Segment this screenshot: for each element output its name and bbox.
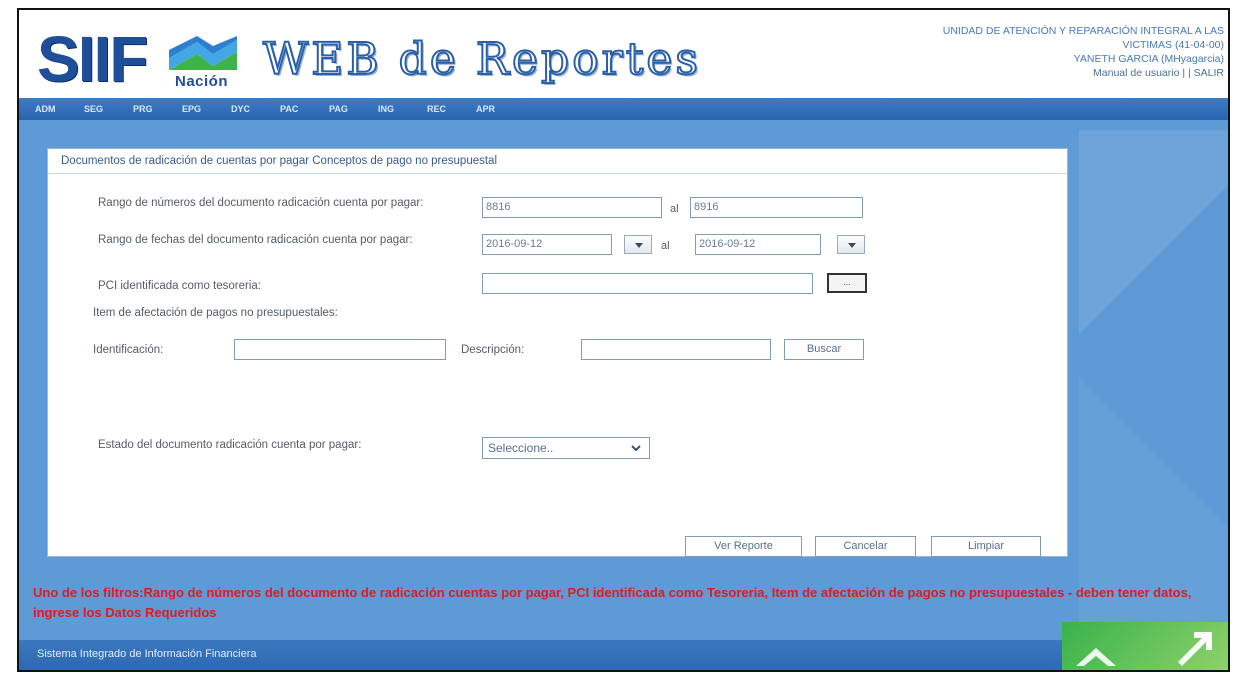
header-user-info: UNIDAD DE ATENCIÓN Y REPARACIÓN INTEGRAL… xyxy=(794,24,1224,80)
menu-item-prg[interactable]: PRG xyxy=(133,98,182,120)
menu-item-dyc[interactable]: DYC xyxy=(231,98,280,120)
identificacion-label: Identificación: xyxy=(93,344,164,356)
menu-item-seg[interactable]: SEG xyxy=(84,98,133,120)
menu-item-pag[interactable]: PAG xyxy=(329,98,378,120)
estado-selected-value: Seleccione.. xyxy=(488,441,554,455)
main-menu: ADM SEG PRG EPG DYC PAC PAG ING REC APR xyxy=(19,98,1228,120)
estado-label: Estado del documento radicación cuenta p… xyxy=(98,439,362,451)
item-afectacion-label: Item de afectación de pagos no presupues… xyxy=(93,307,338,319)
footer-system-name: Sistema Integrado de Información Financi… xyxy=(37,648,257,660)
menu-item-adm[interactable]: ADM xyxy=(35,98,84,120)
title-divider xyxy=(48,173,1067,174)
footer-arrow-logo xyxy=(1062,622,1228,670)
app-frame: SIIF Nación WEB de Reportes UNIDAD DE AT… xyxy=(17,8,1230,672)
footer: Sistema Integrado de Información Financi… xyxy=(19,640,1228,670)
menu-item-epg[interactable]: EPG xyxy=(182,98,231,120)
range-numbers-al-label: al xyxy=(670,203,679,215)
header: SIIF Nación WEB de Reportes UNIDAD DE AT… xyxy=(19,10,1228,98)
date-from-dropdown-button[interactable] xyxy=(624,235,652,254)
siif-logo-text: SIIF xyxy=(37,23,148,95)
entity-name-line2: VICTIMAS (41-04-00) xyxy=(1122,39,1224,51)
identificacion-input[interactable] xyxy=(234,339,446,360)
menu-item-pac[interactable]: PAC xyxy=(280,98,329,120)
date-from-input[interactable]: 2016-09-12 xyxy=(482,234,612,255)
range-numbers-to-input[interactable]: 8916 xyxy=(690,197,863,218)
range-numbers-label: Rango de números del documento radicació… xyxy=(98,197,424,209)
range-dates-label: Rango de fechas del documento radicación… xyxy=(98,234,413,246)
header-links: Manual de usuario | | SALIR xyxy=(794,66,1224,80)
cancelar-button[interactable]: Cancelar xyxy=(815,536,916,557)
link-separator: | | xyxy=(1182,67,1191,79)
menu-item-ing[interactable]: ING xyxy=(378,98,427,120)
form-title: Documentos de radicación de cuentas por … xyxy=(61,155,498,167)
date-to-dropdown-button[interactable] xyxy=(837,235,865,254)
limpiar-button[interactable]: Limpiar xyxy=(931,536,1041,557)
menu-item-apr[interactable]: APR xyxy=(476,98,525,120)
web-reportes-logo: WEB de Reportes xyxy=(262,33,702,86)
siif-logo: SIIF Nación xyxy=(37,23,247,95)
date-to-input[interactable]: 2016-09-12 xyxy=(695,234,821,255)
entity-name-line1: UNIDAD DE ATENCIÓN Y REPARACIÓN INTEGRAL… xyxy=(942,25,1224,37)
user-name: YANETH GARCIA (MHyagarcia) xyxy=(1073,53,1224,65)
menu-item-rec[interactable]: REC xyxy=(427,98,476,120)
range-numbers-from-input[interactable]: 8816 xyxy=(482,197,662,218)
manual-link[interactable]: Manual de usuario xyxy=(1093,67,1179,79)
pci-search-button[interactable]: ... xyxy=(827,273,867,293)
background-decoration xyxy=(1079,130,1228,650)
report-form-panel: Documentos de radicación de cuentas por … xyxy=(47,148,1068,557)
validation-error-message: Uno de los filtros:Rango de números del … xyxy=(33,585,1192,620)
pci-label: PCI identificada como tesoreria: xyxy=(98,280,261,292)
arrow-icon xyxy=(1076,632,1212,666)
nacion-label: Nación xyxy=(175,73,229,90)
buscar-button[interactable]: Buscar xyxy=(784,339,864,360)
chevron-down-icon xyxy=(631,445,641,452)
estado-select[interactable]: Seleccione.. xyxy=(482,437,650,459)
exit-link[interactable]: SALIR xyxy=(1194,67,1224,79)
siif-flag-icon xyxy=(169,36,237,70)
descripcion-label: Descripción: xyxy=(461,344,525,356)
pci-input[interactable] xyxy=(482,273,813,294)
ver-reporte-button[interactable]: Ver Reporte xyxy=(685,536,802,557)
range-dates-al-label: al xyxy=(661,240,670,252)
descripcion-input[interactable] xyxy=(581,339,771,360)
